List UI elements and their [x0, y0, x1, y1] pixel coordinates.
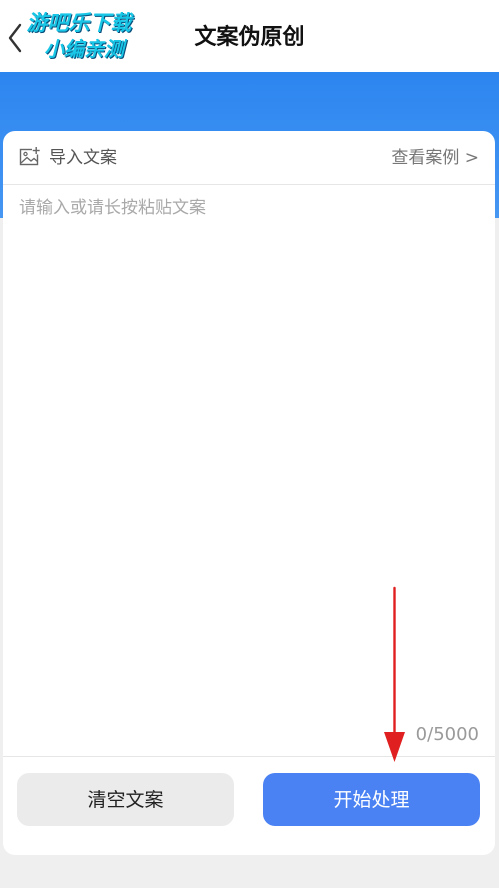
character-counter: 0/5000	[415, 724, 479, 745]
start-processing-button[interactable]: 开始处理	[263, 773, 480, 826]
copy-text-input[interactable]	[17, 191, 481, 721]
image-add-icon[interactable]	[19, 146, 41, 168]
editor-card: 导入文案 查看案例 > 0/5000 清空文案 开始处理	[3, 131, 495, 855]
top-bar: 游吧乐下载 小编亲测 文案伪原创	[0, 0, 499, 72]
view-examples-link[interactable]: 查看案例 >	[391, 146, 479, 170]
divider	[3, 756, 495, 757]
bottom-background	[0, 858, 499, 888]
clear-copy-button[interactable]: 清空文案	[17, 773, 234, 826]
import-copy-button[interactable]: 导入文案	[49, 146, 117, 170]
annotation-arrow-icon	[384, 586, 405, 762]
import-row: 导入文案 查看案例 >	[3, 131, 495, 185]
page-title: 文案伪原创	[194, 25, 305, 50]
